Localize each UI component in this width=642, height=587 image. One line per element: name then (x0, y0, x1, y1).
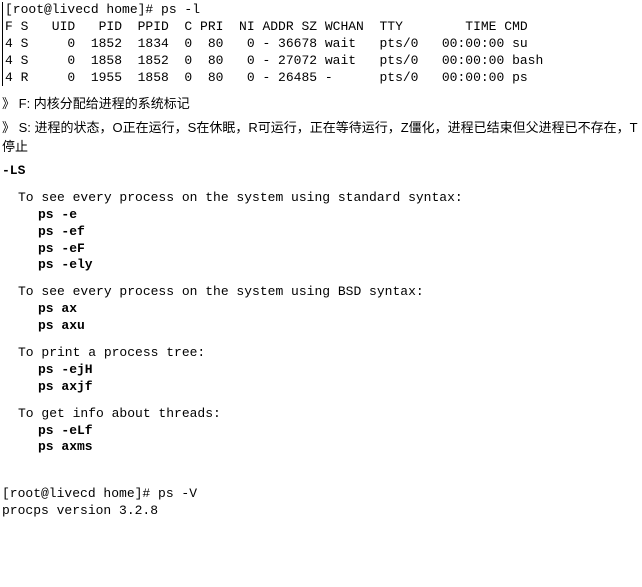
annotation-text: F: 内核分配给进程的系统标记 (19, 96, 190, 111)
ps-table-row: 4 R 0 1955 1858 0 80 0 - 26485 - pts/0 0… (5, 70, 640, 87)
terminal-output-block-1: [root@livecd home]# ps -l F S UID PID PP… (2, 2, 640, 86)
command-prompt-2: [root@livecd home]# ps -V (2, 486, 640, 503)
help-section-title: To see every process on the system using… (18, 190, 640, 207)
ps-table-header: F S UID PID PPID C PRI NI ADDR SZ WCHAN … (5, 19, 640, 36)
help-command: ps -eF (38, 241, 640, 258)
help-command: ps axu (38, 318, 640, 335)
annotation-f-flag: 》 F: 内核分配给进程的系统标记 (2, 94, 640, 114)
help-command: ps -ely (38, 257, 640, 274)
help-section-title: To see every process on the system using… (18, 284, 640, 301)
bullet-marker: 》 (2, 94, 15, 114)
help-output-block: -LS To see every process on the system u… (2, 163, 640, 456)
annotation-text: S: 进程的状态，O正在运行，S在休眠，R可运行，正在等待运行，Z僵化，进程已结… (2, 120, 638, 155)
version-output: procps version 3.2.8 (2, 503, 640, 520)
help-command: ps axms (38, 439, 640, 456)
help-section-title: To get info about threads: (18, 406, 640, 423)
help-command: ps -eLf (38, 423, 640, 440)
ps-table-row: 4 S 0 1858 1852 0 80 0 - 27072 wait pts/… (5, 53, 640, 70)
annotation-s-flag: 》 S: 进程的状态，O正在运行，S在休眠，R可运行，正在等待运行，Z僵化，进程… (2, 118, 640, 157)
help-command: ps -ef (38, 224, 640, 241)
help-section-title: To print a process tree: (18, 345, 640, 362)
bullet-marker: 》 (2, 118, 15, 138)
help-command: ps -ejH (38, 362, 640, 379)
help-command: ps ax (38, 301, 640, 318)
ps-table-row: 4 S 0 1852 1834 0 80 0 - 36678 wait pts/… (5, 36, 640, 53)
terminal-output-block-2: [root@livecd home]# ps -V procps version… (2, 486, 640, 520)
help-prefix: -LS (2, 163, 640, 180)
help-command: ps -e (38, 207, 640, 224)
command-prompt-1: [root@livecd home]# ps -l (5, 2, 640, 19)
help-command: ps axjf (38, 379, 640, 396)
